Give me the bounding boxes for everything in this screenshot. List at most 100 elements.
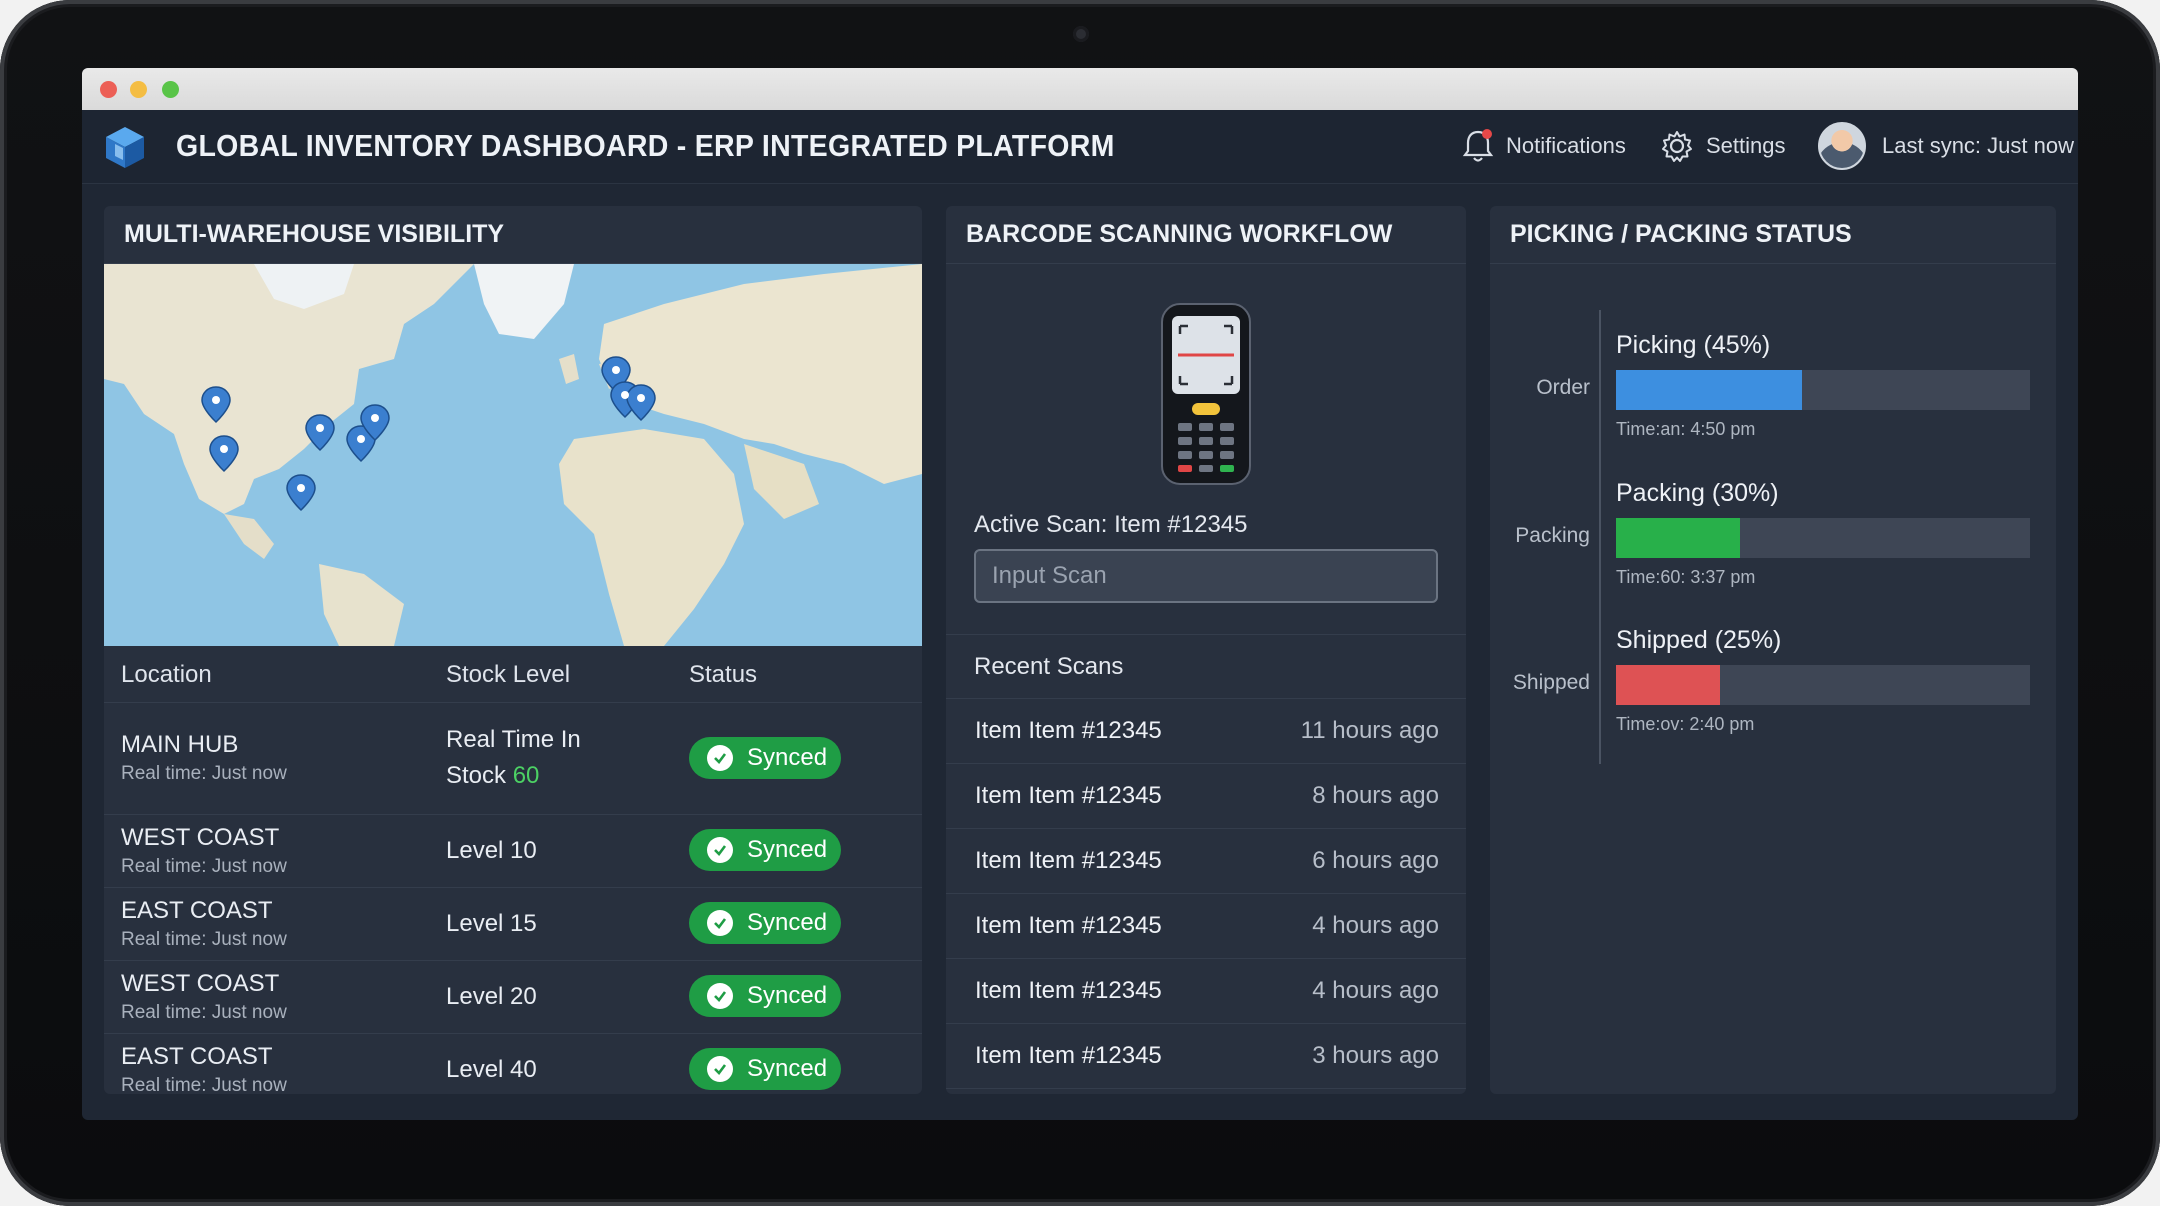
picking-bar-track xyxy=(1616,370,2030,410)
warehouse-panel: MULTI-WAREHOUSE VISIBILITY Location Stoc… xyxy=(104,206,922,1094)
maximize-window-button[interactable] xyxy=(162,81,179,98)
user-sync-status[interactable]: Last sync: Just now xyxy=(1818,122,2074,170)
app-header: GLOBAL INVENTORY DASHBOARD - ERP INTEGRA… xyxy=(82,110,2078,184)
status-label: Synced xyxy=(747,744,828,771)
list-item[interactable]: Item Item #12345 4 hours ago xyxy=(946,959,1466,1024)
packing-bar-track xyxy=(1616,518,2030,558)
scan-item: Item Item #12345 xyxy=(975,1042,1162,1069)
camera-icon xyxy=(1073,26,1089,42)
avatar[interactable] xyxy=(1818,122,1866,170)
check-icon xyxy=(707,837,733,863)
status-badge: Synced xyxy=(689,902,841,944)
notifications-button[interactable]: Notifications xyxy=(1462,126,1626,166)
recent-scans-title: Recent Scans xyxy=(974,653,1124,680)
bell-icon xyxy=(1462,129,1494,162)
category-label-shipped: Shipped xyxy=(1512,671,1590,694)
settings-button[interactable]: Settings xyxy=(1660,126,1786,166)
location-name: MAIN HUB xyxy=(121,731,239,758)
cube-logo-icon xyxy=(106,127,144,168)
stock-level: Level 15 xyxy=(446,910,537,937)
column-location: Location xyxy=(121,661,212,688)
scan-time: 4 hours ago xyxy=(1312,977,1439,1004)
status-axis-line xyxy=(1599,310,1601,764)
stock-level: Real Time In Stock 60 xyxy=(446,726,581,790)
scanning-panel: BARCODE SCANNING WORKFLOW Active Scan: I… xyxy=(946,206,1466,1094)
location-name: WEST COAST xyxy=(121,970,280,997)
barcode-scanner-icon xyxy=(1161,303,1251,485)
location-name: WEST COAST xyxy=(121,824,280,851)
packing-bar-label: Packing (30%) xyxy=(1616,479,1779,507)
stock-level-line1: Real Time In xyxy=(446,726,581,753)
warehouse-map[interactable] xyxy=(104,264,922,646)
minimize-window-button[interactable] xyxy=(130,81,147,98)
table-row[interactable]: EAST COAST Real time: Just now Level 15 … xyxy=(104,888,922,961)
scan-item: Item Item #12345 xyxy=(975,717,1162,744)
location-sync-time: Real time: Just now xyxy=(121,1002,287,1023)
location-name: EAST COAST xyxy=(121,1043,273,1070)
location-name: EAST COAST xyxy=(121,897,273,924)
category-label-packing: Packing xyxy=(1515,524,1590,547)
settings-label: Settings xyxy=(1706,133,1786,158)
check-icon xyxy=(707,983,733,1009)
scan-item: Item Item #12345 xyxy=(975,847,1162,874)
stock-level: Level 10 xyxy=(446,837,537,864)
list-item[interactable]: Item Item #12345 8 hours ago xyxy=(946,764,1466,829)
shipped-bar-fill xyxy=(1616,665,1720,705)
warehouse-table-header: Location Stock Level Status xyxy=(104,646,922,703)
list-item[interactable]: Item Item #12345 4 hours ago xyxy=(946,894,1466,959)
scan-input[interactable] xyxy=(974,549,1438,603)
warehouse-panel-title: MULTI-WAREHOUSE VISIBILITY xyxy=(104,206,922,264)
scan-time: 6 hours ago xyxy=(1312,847,1439,874)
tablet-frame: GLOBAL INVENTORY DASHBOARD - ERP INTEGRA… xyxy=(0,0,2160,1206)
status-label: Synced xyxy=(747,909,828,936)
scan-item: Item Item #12345 xyxy=(975,782,1162,809)
list-item[interactable]: Item Item #12345 6 hours ago xyxy=(946,829,1466,894)
recent-scans-list: Item Item #12345 11 hours ago Item Item #… xyxy=(946,699,1466,1089)
scanning-panel-title: BARCODE SCANNING WORKFLOW xyxy=(946,206,1466,264)
check-icon xyxy=(707,910,733,936)
status-label: Synced xyxy=(747,836,828,863)
picking-bar-time: Time:an: 4:50 pm xyxy=(1616,419,1756,439)
picking-panel-title: PICKING / PACKING STATUS xyxy=(1490,206,2056,264)
window-titlebar xyxy=(82,68,2078,110)
packing-bar-time: Time:60: 3:37 pm xyxy=(1616,567,1756,587)
list-item[interactable]: Item Item #12345 11 hours ago xyxy=(946,699,1466,764)
stock-level-line2: Stock xyxy=(446,762,507,789)
scan-item: Item Item #12345 xyxy=(975,977,1162,1004)
table-row[interactable]: WEST COAST Real time: Just now Level 20 … xyxy=(104,961,922,1034)
status-badge: Synced xyxy=(689,829,841,871)
scan-item: Item Item #12345 xyxy=(975,912,1162,939)
close-window-button[interactable] xyxy=(100,81,117,98)
stock-level: Level 20 xyxy=(446,983,537,1010)
shipped-bar-time: Time:ov: 2:40 pm xyxy=(1616,714,1755,734)
status-label: Synced xyxy=(747,982,828,1009)
check-icon xyxy=(707,745,733,771)
scan-time: 8 hours ago xyxy=(1312,782,1439,809)
location-sync-time: Real time: Just now xyxy=(121,856,287,877)
check-icon xyxy=(707,1056,733,1082)
column-stock-level: Stock Level xyxy=(446,661,571,688)
notifications-label: Notifications xyxy=(1506,133,1626,158)
picking-bar-fill xyxy=(1616,370,1803,410)
category-label-order: Order xyxy=(1536,376,1590,399)
status-badge: Synced xyxy=(689,737,841,779)
scan-time: 11 hours ago xyxy=(1300,717,1439,744)
scan-time: 3 hours ago xyxy=(1312,1042,1439,1069)
stock-level: Level 40 xyxy=(446,1056,537,1083)
location-sync-time: Real time: Just now xyxy=(121,763,287,784)
gear-icon xyxy=(1662,131,1692,162)
last-sync-label: Last sync: Just now xyxy=(1882,133,2074,158)
active-scan-label: Active Scan: Item #12345 xyxy=(974,511,1248,538)
packing-bar-fill xyxy=(1616,518,1741,558)
picking-bar-label: Picking (45%) xyxy=(1616,331,1771,359)
scan-time: 4 hours ago xyxy=(1312,912,1439,939)
table-row[interactable]: MAIN HUB Real time: Just now Real Time I… xyxy=(104,703,922,815)
column-status: Status xyxy=(689,661,758,688)
location-sync-time: Real time: Just now xyxy=(121,1075,287,1094)
world-map-graphic xyxy=(104,264,922,646)
table-row[interactable]: EAST COAST Real time: Just now Level 40 … xyxy=(104,1034,922,1094)
picking-panel: PICKING / PACKING STATUS Order Packing S… xyxy=(1490,206,2056,1094)
list-item[interactable]: Item Item #12345 3 hours ago xyxy=(946,1024,1466,1089)
table-row[interactable]: WEST COAST Real time: Just now Level 10 … xyxy=(104,815,922,888)
page-title: GLOBAL INVENTORY DASHBOARD - ERP INTEGRA… xyxy=(176,128,1115,163)
